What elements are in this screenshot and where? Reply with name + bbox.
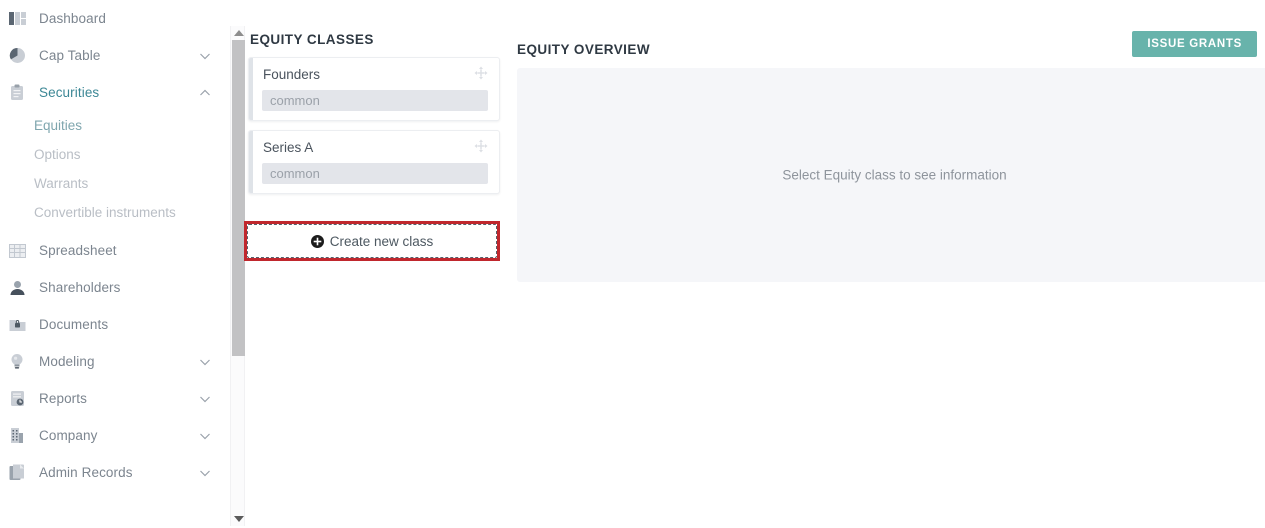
folder-lock-icon — [8, 316, 26, 334]
sidebar-subitem-label: Options — [34, 147, 81, 162]
sidebar-item-label: Cap Table — [39, 48, 101, 63]
sidebar-item-label: Dashboard — [39, 11, 106, 26]
sidebar-item-label: Documents — [39, 317, 109, 332]
sidebar-item-admin-records[interactable]: Admin Records — [0, 454, 229, 491]
chevron-down-icon[interactable] — [199, 467, 211, 479]
sidebar-item-label: Modeling — [39, 354, 95, 369]
sidebar-item-label: Spreadsheet — [39, 243, 117, 258]
sidebar-item-spreadsheet[interactable]: Spreadsheet — [0, 232, 229, 269]
chevron-down-icon[interactable] — [199, 430, 211, 442]
pie-chart-icon — [8, 47, 26, 65]
equity-class-type: common — [262, 90, 488, 111]
lightbulb-icon — [8, 353, 26, 371]
sidebar-subitem-label: Warrants — [34, 176, 89, 191]
equity-class-name: Series A — [263, 140, 314, 155]
equity-class-type: common — [262, 163, 488, 184]
chevron-down-icon[interactable] — [199, 356, 211, 368]
equity-classes-title: EQUITY CLASSES — [250, 32, 374, 47]
table-grid-icon — [8, 242, 26, 260]
triangle-down-icon — [233, 516, 244, 522]
equity-class-card[interactable]: Series A common — [248, 130, 500, 194]
move-handle-icon[interactable] — [474, 139, 488, 153]
sidebar-item-cap-table[interactable]: Cap Table — [0, 37, 229, 74]
scrollbar-down-button[interactable] — [231, 512, 246, 526]
chevron-down-icon[interactable] — [199, 393, 211, 405]
triangle-up-icon — [233, 30, 244, 36]
bar-chart-icon — [8, 10, 26, 28]
sidebar-subitem-options[interactable]: Options — [0, 140, 229, 169]
vertical-scrollbar[interactable] — [230, 26, 245, 526]
issue-grants-button[interactable]: ISSUE GRANTS — [1132, 31, 1257, 57]
move-handle-icon[interactable] — [474, 66, 488, 80]
person-icon — [8, 279, 26, 297]
plus-circle-icon — [310, 234, 324, 248]
sidebar-item-securities[interactable]: Securities — [0, 74, 229, 111]
scrollbar-up-button[interactable] — [231, 26, 246, 40]
equity-class-name: Founders — [263, 67, 321, 82]
sidebar-subitem-warrants[interactable]: Warrants — [0, 169, 229, 198]
equity-overview-title: EQUITY OVERVIEW — [517, 42, 651, 57]
sidebar-subitem-convertible-instruments[interactable]: Convertible instruments — [0, 198, 229, 227]
chevron-down-icon[interactable] — [199, 50, 211, 62]
sidebar-subitem-label: Convertible instruments — [34, 205, 176, 220]
equity-classes-panel: EQUITY CLASSES Founders common Series A … — [248, 32, 500, 203]
scrollbar-thumb[interactable] — [232, 40, 245, 356]
sidebar-subitem-equities[interactable]: Equities — [0, 111, 229, 140]
sidebar-subitem-label: Equities — [34, 118, 83, 133]
equity-overview-empty-message: Select Equity class to see information — [782, 167, 1007, 183]
sidebar: Dashboard Cap Table Securities Equities … — [0, 0, 229, 528]
sidebar-item-label: Securities — [39, 85, 100, 100]
clipboard-icon — [8, 84, 26, 102]
chevron-up-icon[interactable] — [199, 87, 211, 99]
sidebar-item-label: Company — [39, 428, 98, 443]
sidebar-item-modeling[interactable]: Modeling — [0, 343, 229, 380]
sidebar-item-label: Admin Records — [39, 465, 133, 480]
sidebar-item-shareholders[interactable]: Shareholders — [0, 269, 229, 306]
create-new-class-label: Create new class — [329, 233, 434, 249]
sidebar-item-dashboard[interactable]: Dashboard — [0, 0, 229, 37]
report-icon — [8, 390, 26, 408]
create-new-class-button[interactable]: Create new class — [247, 224, 497, 258]
sidebar-item-label: Shareholders — [39, 280, 121, 295]
sidebar-item-company[interactable]: Company — [0, 417, 229, 454]
building-icon — [8, 427, 26, 445]
documents-icon — [8, 464, 26, 482]
sidebar-item-label: Reports — [39, 391, 87, 406]
equity-overview-panel: Select Equity class to see information — [517, 68, 1265, 282]
equity-class-card[interactable]: Founders common — [248, 57, 500, 121]
sidebar-item-documents[interactable]: Documents — [0, 306, 229, 343]
sidebar-item-reports[interactable]: Reports — [0, 380, 229, 417]
